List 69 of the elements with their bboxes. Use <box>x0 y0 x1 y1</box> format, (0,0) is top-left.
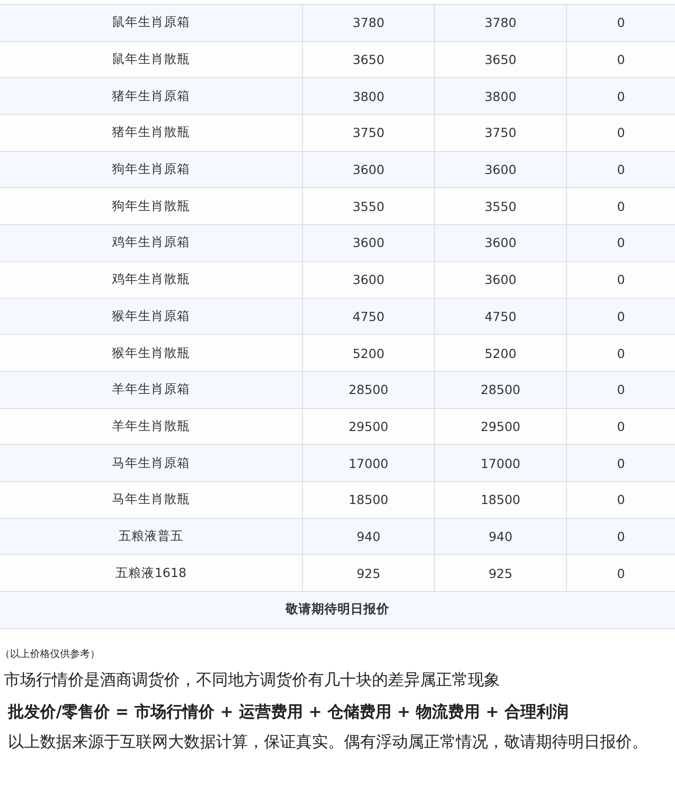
table-cell: 4750 <box>302 298 434 335</box>
table-cell: 马年生肖原箱 <box>0 444 302 482</box>
table-cell: 0 <box>566 334 675 372</box>
table-cell: 17000 <box>302 444 434 482</box>
table-cell: 28500 <box>434 371 566 408</box>
table-cell: 3800 <box>434 78 566 115</box>
table-cell: 0 <box>566 554 675 592</box>
table-cell: 5200 <box>434 334 566 372</box>
table-cell: 3600 <box>302 151 434 188</box>
table-cell: 鼠年生肖原箱 <box>0 4 302 42</box>
table-cell: 17000 <box>434 444 566 482</box>
table-cell: 鼠年生肖散瓶 <box>0 41 302 78</box>
table-cell: 0 <box>566 188 675 225</box>
table-cell: 五粮液普五 <box>0 518 302 555</box>
table-cell: 0 <box>566 151 675 188</box>
table-cell: 3650 <box>434 41 566 78</box>
disclaimer-text: （以上价格仅供参考） <box>0 648 101 661</box>
market-note: 市场行情价是酒商调货价，不同地方调货价有几十块的差异属正常现象 <box>3 668 501 691</box>
table-cell: 狗年生肖散瓶 <box>0 188 302 225</box>
table-cell: 马年生肖散瓶 <box>0 481 302 518</box>
table-cell: 3550 <box>302 188 434 225</box>
table-cell: 3600 <box>302 224 434 262</box>
table-cell: 3600 <box>302 261 434 298</box>
table-cell: 29500 <box>302 408 434 445</box>
table-cell: 3800 <box>302 78 434 115</box>
table-cell: 羊年生肖散瓶 <box>0 408 302 445</box>
table-cell: 4750 <box>434 298 566 335</box>
table-cell: 鸡年生肖散瓶 <box>0 261 302 298</box>
table-cell: 28500 <box>302 371 434 408</box>
table-cell: 940 <box>302 518 434 555</box>
table-cell: 5200 <box>302 334 434 372</box>
table-cell: 敬请期待明日报价 <box>0 592 675 628</box>
table-cell: 925 <box>302 554 434 592</box>
table-cell: 0 <box>566 4 675 42</box>
table-cell: 鸡年生肖原箱 <box>0 224 302 262</box>
table-cell: 3550 <box>434 188 566 225</box>
table-cell: 0 <box>566 518 675 555</box>
source-note: 以上数据来源于互联网大数据计算，保证真实。偶有浮动属正常情况，敬请期待明日报价。 <box>7 730 649 753</box>
table-cell: 18500 <box>302 481 434 518</box>
table-cell: 29500 <box>434 408 566 445</box>
table-cell: 3780 <box>302 4 434 42</box>
table-cell: 猪年生肖散瓶 <box>0 114 302 152</box>
table-cell: 3750 <box>434 114 566 152</box>
table-cell: 羊年生肖原箱 <box>0 371 302 408</box>
table-cell: 猪年生肖原箱 <box>0 78 302 115</box>
table-cell: 18500 <box>434 481 566 518</box>
table-cell: 猴年生肖散瓶 <box>0 334 302 372</box>
table-cell: 3600 <box>434 261 566 298</box>
table-cell: 0 <box>566 78 675 115</box>
table-cell: 0 <box>566 298 675 335</box>
table-cell: 3780 <box>434 4 566 42</box>
table-cell: 0 <box>566 371 675 408</box>
table-cell: 0 <box>566 481 675 518</box>
table-cell: 3600 <box>434 224 566 262</box>
table-cell: 猴年生肖原箱 <box>0 298 302 335</box>
table-cell: 狗年生肖原箱 <box>0 151 302 188</box>
table-cell: 940 <box>434 518 566 555</box>
price-formula: 批发价/零售价 = 市场行情价 + 运营费用 + 仓储费用 + 物流费用 + 合理利润 <box>6 700 570 723</box>
table-cell: 3650 <box>302 41 434 78</box>
table-cell: 0 <box>566 444 675 482</box>
table-cell: 925 <box>434 554 566 592</box>
table-cell: 0 <box>566 114 675 152</box>
table-cell: 0 <box>566 408 675 445</box>
table-cell: 0 <box>566 41 675 78</box>
table-cell: 3600 <box>434 151 566 188</box>
table-cell: 0 <box>566 224 675 262</box>
table-cell: 五粮液1618 <box>0 554 302 592</box>
table-cell: 0 <box>566 261 675 298</box>
table-cell: 3750 <box>302 114 434 152</box>
